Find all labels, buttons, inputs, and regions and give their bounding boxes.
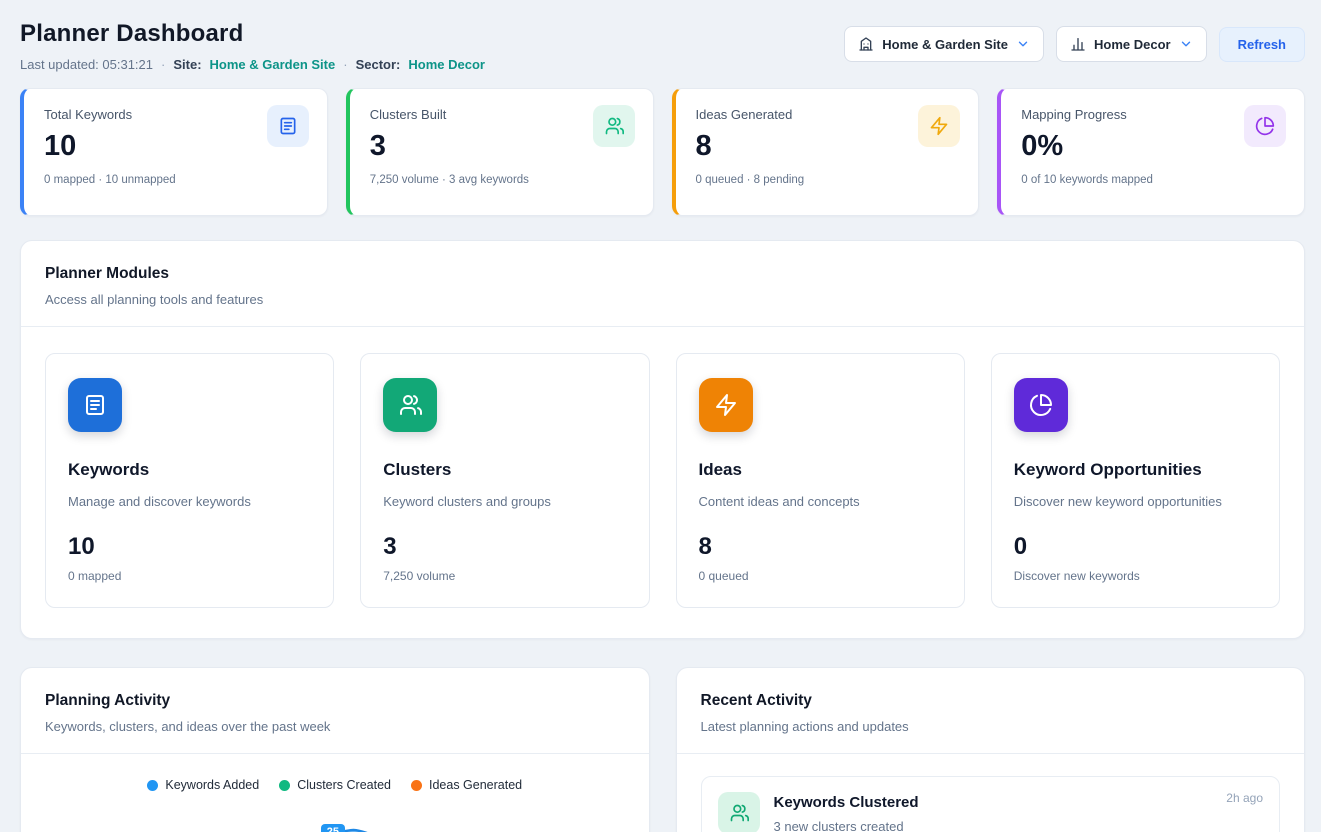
sector-dropdown-label: Home Decor [1094, 37, 1171, 52]
planning-activity-subtitle: Keywords, clusters, and ideas over the p… [45, 719, 625, 734]
stat-card-ideas-generated: Ideas Generated 8 0 queued · 8 pending [672, 88, 980, 216]
document-icon [267, 105, 309, 147]
header-controls: Home & Garden Site Home Decor Refresh [844, 26, 1305, 62]
legend-item-ideas-generated: Ideas Generated [411, 778, 522, 792]
bottom-row: Planning Activity Keywords, clusters, an… [20, 667, 1305, 832]
legend-item-clusters-created: Clusters Created [279, 778, 391, 792]
users-icon [718, 792, 760, 832]
legend-dot-green [279, 780, 290, 791]
module-detail: 0 mapped [68, 569, 311, 583]
area-chart: 25 25 24 [21, 806, 649, 832]
module-detail: 0 queued [699, 569, 942, 583]
recent-activity-subtitle: Latest planning actions and updates [701, 719, 1281, 734]
users-icon [593, 105, 635, 147]
stat-card-clusters-built: Clusters Built 3 7,250 volume · 3 avg ke… [346, 88, 654, 216]
last-updated: Last updated: 05:31:21 [20, 57, 153, 72]
legend-label: Keywords Added [165, 778, 259, 792]
modules-grid: Keywords Manage and discover keywords 10… [21, 327, 1304, 638]
stat-detail: 0 of 10 keywords mapped [1021, 174, 1284, 186]
users-icon [383, 378, 437, 432]
refresh-button[interactable]: Refresh [1219, 27, 1305, 62]
planning-activity-panel: Planning Activity Keywords, clusters, an… [20, 667, 650, 832]
module-detail: Discover new keywords [1014, 569, 1257, 583]
activity-list: Keywords Clustered 3 new clusters create… [677, 754, 1305, 832]
module-card-keyword-opportunities[interactable]: Keyword Opportunities Discover new keywo… [991, 353, 1280, 608]
data-point-label: 25 [321, 824, 345, 832]
sector-link[interactable]: Home Decor [408, 57, 485, 72]
modules-subtitle: Access all planning tools and features [45, 292, 1280, 307]
stat-detail: 0 queued · 8 pending [696, 174, 959, 186]
bar-chart-icon [1070, 36, 1086, 52]
site-label: Site: [173, 57, 201, 72]
recent-activity-title: Recent Activity [701, 692, 1281, 710]
module-value: 3 [383, 533, 626, 561]
legend-label: Ideas Generated [429, 778, 522, 792]
chevron-down-icon [1016, 37, 1030, 51]
site-dropdown-label: Home & Garden Site [882, 37, 1008, 52]
activity-item-keywords-clustered[interactable]: Keywords Clustered 3 new clusters create… [701, 776, 1281, 832]
module-title: Ideas [699, 460, 942, 480]
module-description: Manage and discover keywords [68, 494, 311, 509]
module-value: 8 [699, 533, 942, 561]
pie-chart-icon [1014, 378, 1068, 432]
legend-dot-blue [147, 780, 158, 791]
module-value: 0 [1014, 533, 1257, 561]
panel-head: Recent Activity Latest planning actions … [677, 668, 1305, 734]
divider [21, 753, 649, 754]
lightning-icon [699, 378, 753, 432]
lightning-icon [918, 105, 960, 147]
module-title: Keyword Opportunities [1014, 460, 1257, 480]
panel-head: Planning Activity Keywords, clusters, an… [21, 668, 649, 734]
modules-title: Planner Modules [45, 265, 1280, 283]
module-description: Discover new keyword opportunities [1014, 494, 1257, 509]
stat-card-mapping-progress: Mapping Progress 0% 0 of 10 keywords map… [997, 88, 1305, 216]
keywords-area-series [83, 822, 635, 832]
module-title: Clusters [383, 460, 626, 480]
module-description: Content ideas and concepts [699, 494, 942, 509]
document-icon [68, 378, 122, 432]
separator: · [161, 57, 165, 72]
recent-activity-panel: Recent Activity Latest planning actions … [676, 667, 1306, 832]
site-dropdown[interactable]: Home & Garden Site [844, 26, 1044, 62]
meta-line: Last updated: 05:31:21 · Site: Home & Ga… [20, 57, 485, 72]
stat-cards-row: Total Keywords 10 0 mapped · 10 unmapped… [20, 88, 1305, 216]
module-detail: 7,250 volume [383, 569, 626, 583]
activity-timestamp: 2h ago [1226, 791, 1263, 805]
activity-description: 3 new clusters created [774, 819, 919, 832]
legend-dot-orange [411, 780, 422, 791]
stat-detail: 7,250 volume · 3 avg keywords [370, 174, 633, 186]
site-link[interactable]: Home & Garden Site [210, 57, 336, 72]
page-title: Planner Dashboard [20, 20, 485, 48]
module-card-ideas[interactable]: Ideas Content ideas and concepts 8 0 que… [676, 353, 965, 608]
sector-label: Sector: [356, 57, 401, 72]
sector-dropdown[interactable]: Home Decor [1056, 26, 1207, 62]
planning-activity-title: Planning Activity [45, 692, 625, 710]
chevron-down-icon [1179, 37, 1193, 51]
activity-content: Keywords Clustered 3 new clusters create… [774, 792, 919, 832]
building-icon [858, 36, 874, 52]
module-card-keywords[interactable]: Keywords Manage and discover keywords 10… [45, 353, 334, 608]
module-value: 10 [68, 533, 311, 561]
pie-chart-icon [1244, 105, 1286, 147]
planner-dashboard-page: Planner Dashboard Last updated: 05:31:21… [0, 0, 1321, 832]
activity-title: Keywords Clustered [774, 794, 919, 811]
planner-modules-panel: Planner Modules Access all planning tool… [20, 240, 1305, 639]
header-left: Planner Dashboard Last updated: 05:31:21… [20, 20, 485, 72]
stat-card-total-keywords: Total Keywords 10 0 mapped · 10 unmapped [20, 88, 328, 216]
module-title: Keywords [68, 460, 311, 480]
legend-label: Clusters Created [297, 778, 391, 792]
panel-head: Planner Modules Access all planning tool… [21, 241, 1304, 307]
stat-detail: 0 mapped · 10 unmapped [44, 174, 307, 186]
separator: · [343, 57, 347, 72]
module-card-clusters[interactable]: Clusters Keyword clusters and groups 3 7… [360, 353, 649, 608]
chart-legend: Keywords Added Clusters Created Ideas Ge… [21, 778, 649, 792]
header: Planner Dashboard Last updated: 05:31:21… [20, 20, 1305, 72]
module-description: Keyword clusters and groups [383, 494, 626, 509]
legend-item-keywords-added: Keywords Added [147, 778, 259, 792]
